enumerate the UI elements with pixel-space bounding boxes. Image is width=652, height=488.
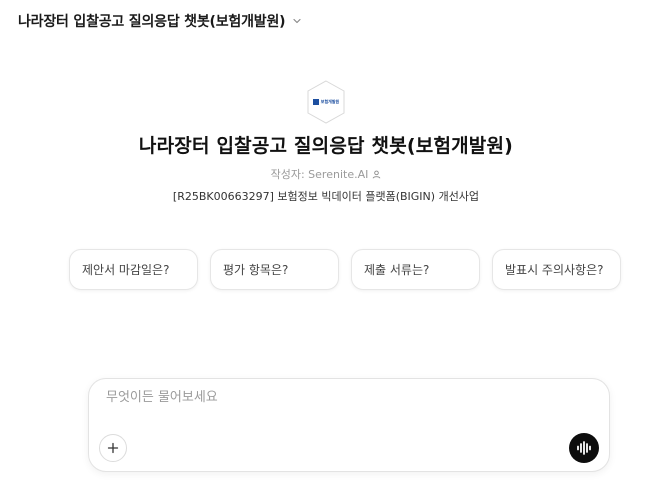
person-icon xyxy=(373,170,381,179)
logo-content: 보험개발원 xyxy=(312,97,340,107)
message-composer xyxy=(88,378,610,472)
chatbot-selector[interactable]: 나라장터 입찰공고 질의응답 챗봇(보험개발원) xyxy=(18,10,303,32)
message-input[interactable] xyxy=(104,389,588,406)
logo-text: 보험개발원 xyxy=(320,99,340,104)
suggestion-card[interactable]: 평가 항목은? xyxy=(210,249,339,290)
suggestion-list: 제안서 마감일은? 평가 항목은? 제출 서류는? 발표시 주의사항은? xyxy=(69,249,621,290)
voice-waveform-icon xyxy=(577,441,591,455)
header-title[interactable]: 나라장터 입찰공고 질의응답 챗봇(보험개발원) xyxy=(18,11,286,31)
chatbot-logo: 보험개발원 xyxy=(306,80,346,124)
voice-mode-button[interactable] xyxy=(569,433,599,463)
add-attachment-button[interactable] xyxy=(99,434,127,462)
suggestion-card[interactable]: 제출 서류는? xyxy=(351,249,480,290)
chevron-down-icon[interactable] xyxy=(291,15,303,27)
hero-title: 나라장터 입찰공고 질의응답 챗봇(보험개발원) xyxy=(138,135,514,157)
author-line: 작성자: Serenite.AI xyxy=(0,166,652,182)
chatbot-description: [R25BK00663297] 보험정보 빅데이터 플랫폼(BIGIN) 개선사… xyxy=(172,190,480,203)
author-text: 작성자: Serenite.AI xyxy=(270,168,369,181)
plus-icon xyxy=(107,442,119,454)
logo-mark-icon xyxy=(312,99,319,105)
chat-page: 나라장터 입찰공고 질의응답 챗봇(보험개발원) 보험개발원 나라장터 입찰공고… xyxy=(0,0,652,488)
suggestion-card[interactable]: 발표시 주의사항은? xyxy=(492,249,621,290)
suggestion-card[interactable]: 제안서 마감일은? xyxy=(69,249,198,290)
